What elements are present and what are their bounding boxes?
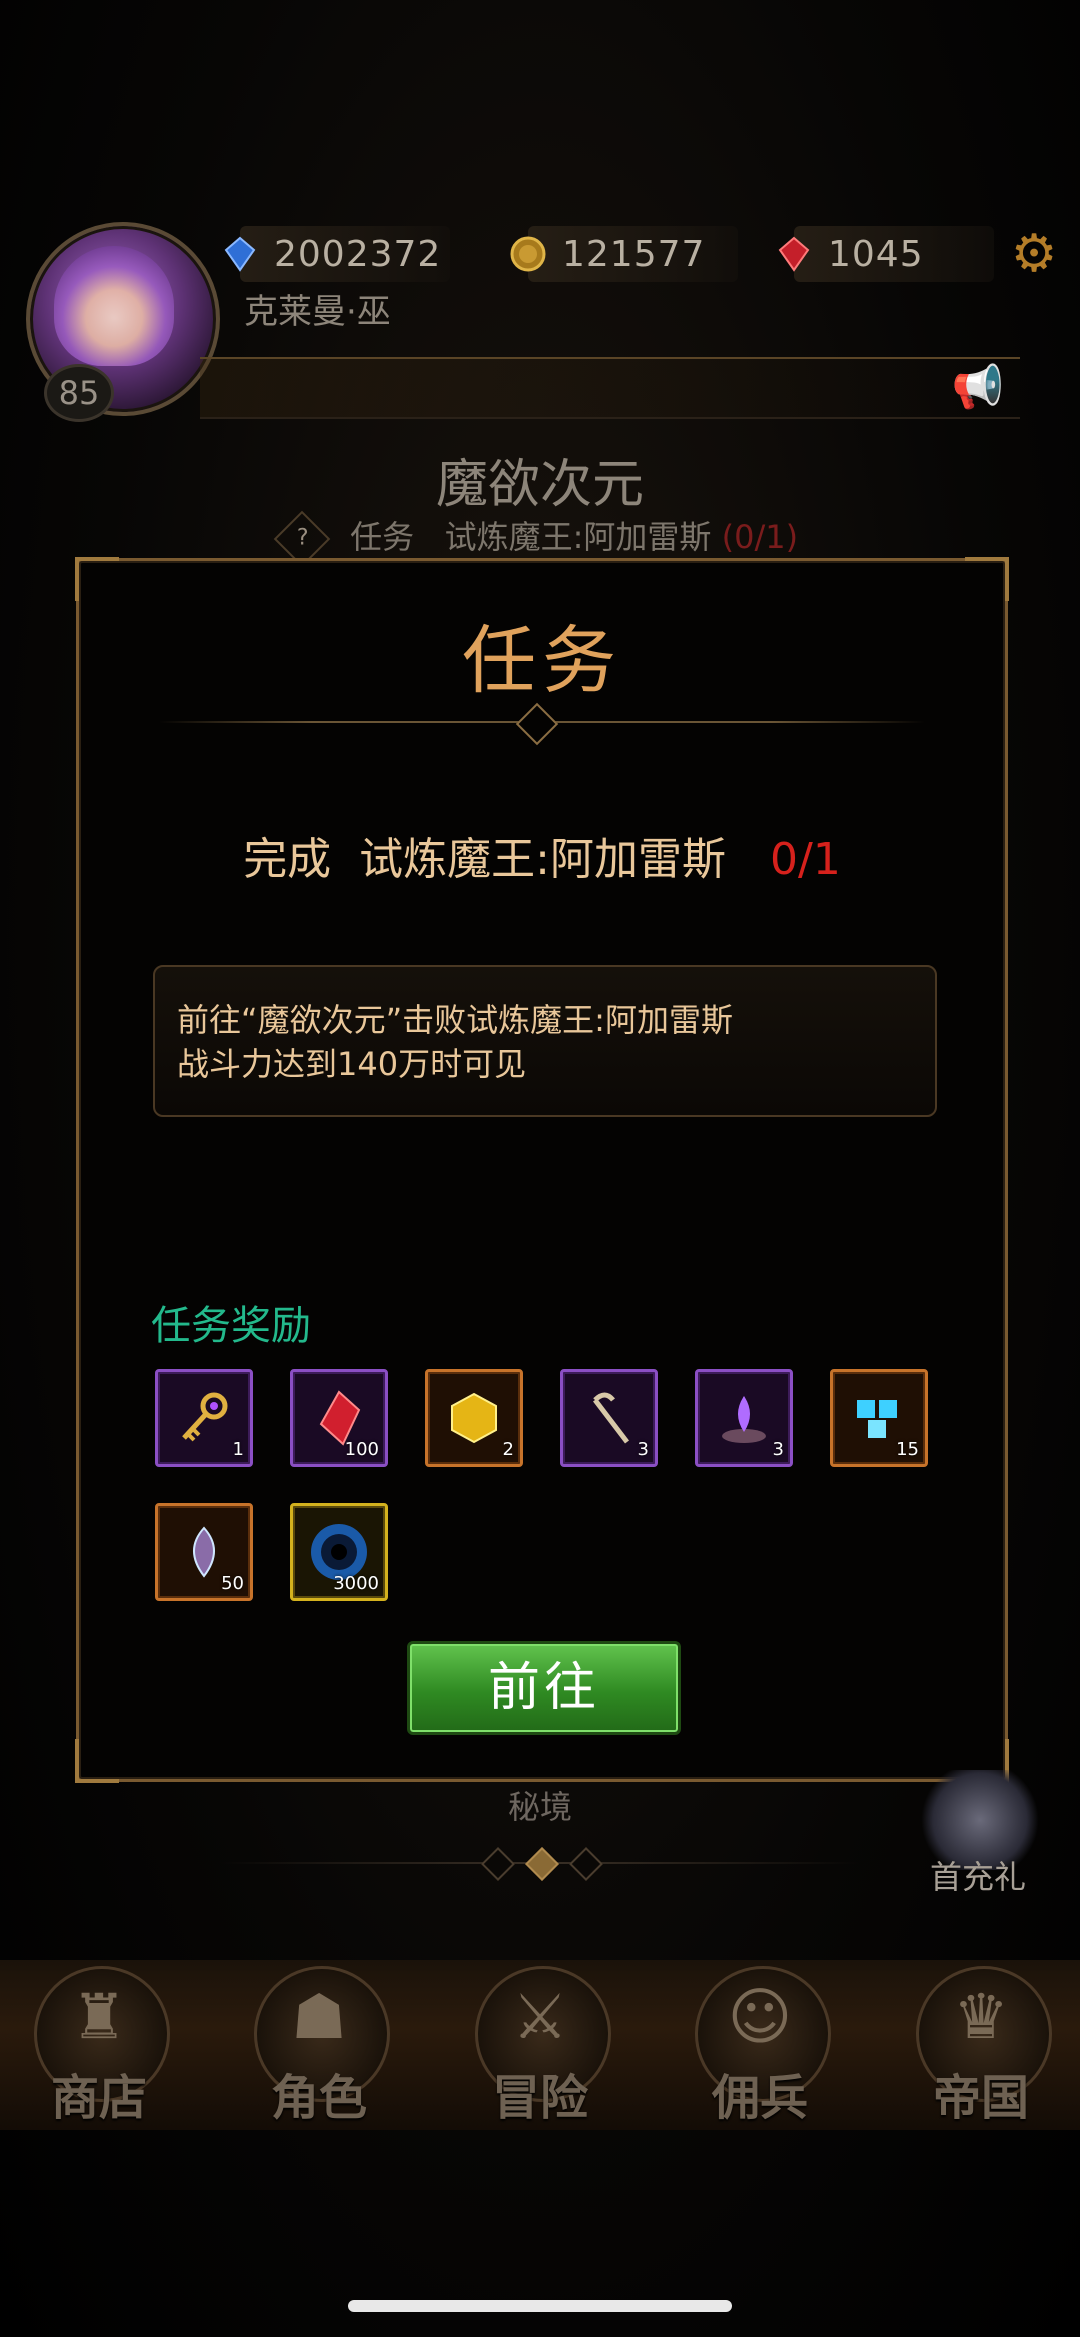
objective-target: 试炼魔王:阿加雷斯 [359, 834, 726, 885]
nav-mercenary[interactable]: ☺ 佣兵 [685, 1960, 835, 2130]
currency-gold[interactable]: 121577 [510, 226, 738, 282]
reward-item[interactable]: 3000 [290, 1503, 388, 1601]
reward-qty: 15 [896, 1439, 919, 1460]
nav-shop[interactable]: ♜ 商店 [24, 1960, 174, 2130]
nav-adventure-label: 冒险 [491, 2070, 588, 2126]
reward-item[interactable]: 3 [560, 1369, 658, 1467]
frame-corner [75, 1739, 119, 1783]
objective-prefix: 完成 [243, 834, 332, 885]
reward-qty: 3 [772, 1439, 784, 1460]
quest-prefix: 任务 [350, 518, 415, 556]
reward-item[interactable]: 2 [425, 1369, 523, 1467]
go-button[interactable]: 前往 [407, 1641, 681, 1735]
nav-character[interactable]: ☗ 角色 [244, 1960, 394, 2130]
modal-title: 任务 [462, 618, 622, 704]
reward-item[interactable]: 15 [830, 1369, 928, 1467]
nav-shop-label: 商店 [50, 2070, 147, 2126]
blue-gem-icon [220, 234, 260, 274]
currency-diamond[interactable]: 2002372 [224, 226, 450, 282]
description-line-1: 前往“魔欲次元”击败试炼魔王:阿加雷斯 [177, 1001, 733, 1039]
quest-modal: 任务 完成 试炼魔王:阿加雷斯 0/1 前往“魔欲次元”击败试炼魔王:阿加雷斯 … [75, 557, 1009, 1783]
crossed-swords-icon: ⚔ [512, 1980, 568, 2053]
nav-empire[interactable]: ♛ 帝国 [906, 1960, 1056, 2130]
nav-adventure[interactable]: ⚔ 冒险 [465, 1960, 615, 2130]
quest-tracker[interactable]: ? 任务 试炼魔王:阿加雷斯 (0/1) [0, 510, 1080, 568]
golden-key-icon [168, 1382, 240, 1454]
staff-icon [573, 1382, 645, 1454]
quest-name: 试炼魔王:阿加雷斯 [444, 518, 712, 556]
bottom-nav: ♜ 商店 ☗ 角色 ⚔ 冒险 ☺ 佣兵 ♛ 帝国 [0, 1960, 1080, 2130]
player-name: 克莱曼·巫 [244, 292, 391, 332]
yellow-gem-icon [438, 1382, 510, 1454]
area-title: 魔欲次元 [435, 455, 644, 515]
red-gem-icon [774, 234, 814, 274]
reward-qty: 50 [221, 1573, 244, 1594]
gold-coin-icon [508, 234, 548, 274]
secret-realm-label[interactable]: 秘境 [0, 1782, 1080, 1828]
broadcast-bar[interactable] [200, 357, 1020, 419]
hooded-figure-icon: ☗ [291, 1980, 347, 2053]
divider-ornament [515, 702, 559, 746]
purple-flame-altar-icon [708, 1382, 780, 1454]
level-badge: 85 [44, 364, 114, 422]
reward-item[interactable]: 3 [695, 1369, 793, 1467]
description-line-2: 战斗力达到140万时可见 [177, 1045, 527, 1083]
currency-diamond-value: 2002372 [274, 233, 442, 275]
mercenary-portrait-icon: ☺ [727, 1980, 793, 2053]
avatar-portrait [54, 246, 174, 366]
nav-mercenary-label: 佣兵 [711, 2070, 808, 2126]
frame-corner [75, 557, 119, 601]
rewards-label: 任务奖励 [151, 1303, 311, 1349]
nav-character-label: 角色 [270, 2070, 367, 2126]
frame-corner [965, 557, 1009, 601]
reward-item[interactable]: 1 [155, 1369, 253, 1467]
description-box: 前往“魔欲次元”击败试炼魔王:阿加雷斯 战斗力达到140万时可见 [153, 965, 937, 1117]
settings-gear-icon[interactable]: ⚙ [1006, 226, 1062, 282]
reward-qty: 100 [344, 1439, 379, 1460]
reward-item[interactable]: 50 [155, 1503, 253, 1601]
home-indicator[interactable] [348, 2300, 732, 2312]
currency-ruby[interactable]: 1045 [778, 226, 994, 282]
reward-item[interactable]: 100 [290, 1369, 388, 1467]
castle-icon: ♜ [71, 1980, 127, 2053]
reward-qty: 2 [502, 1439, 514, 1460]
currency-gold-value: 121577 [562, 233, 706, 275]
first-charge-label[interactable]: 首充礼 [930, 1852, 1026, 1898]
objective-text: 完成 试炼魔王:阿加雷斯 0/1 [79, 823, 1005, 887]
currency-ruby-value: 1045 [828, 233, 924, 275]
objective-count: 0/1 [770, 834, 841, 885]
quest-progress: (0/1) [721, 518, 799, 556]
nav-empire-label: 帝国 [932, 2070, 1029, 2126]
megaphone-icon[interactable]: 📢 [950, 362, 1006, 412]
crown-icon: ♛ [953, 1980, 1009, 2053]
reward-qty: 3000 [333, 1573, 379, 1594]
reward-qty: 3 [637, 1439, 649, 1460]
reward-qty: 1 [232, 1439, 244, 1460]
